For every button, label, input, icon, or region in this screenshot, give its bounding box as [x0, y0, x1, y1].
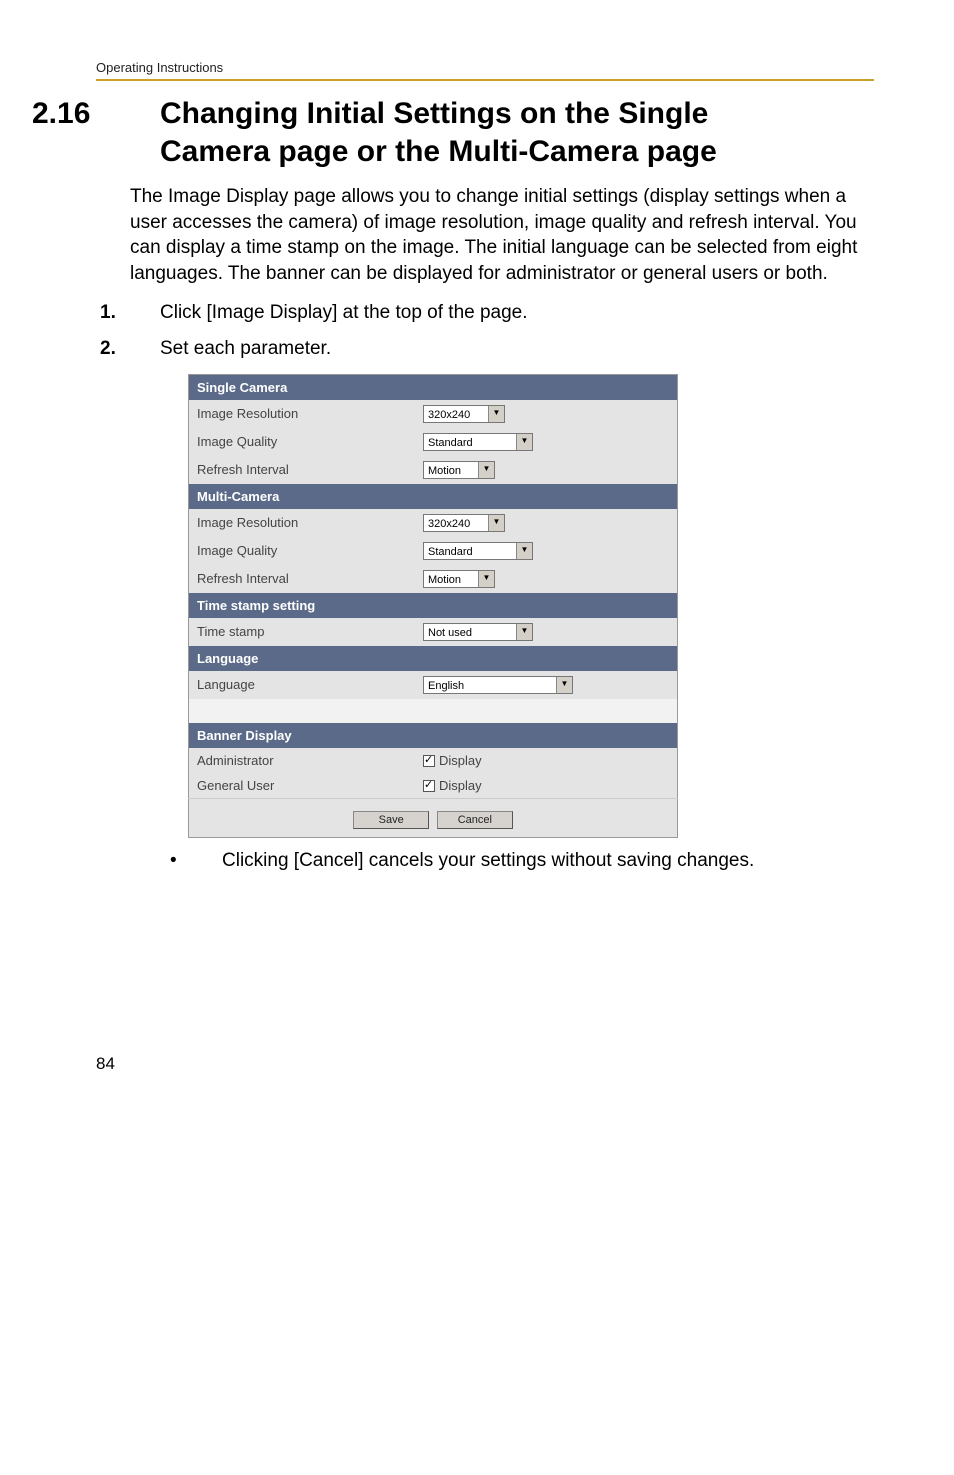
time-stamp-select[interactable]: Not used ▼ — [423, 623, 533, 641]
administrator-display-checkbox[interactable] — [423, 755, 435, 767]
time-stamp-header: Time stamp setting — [189, 593, 678, 618]
chevron-down-icon: ▼ — [488, 515, 504, 531]
chevron-down-icon: ▼ — [516, 543, 532, 559]
select-value: Standard — [428, 546, 473, 558]
general-user-checkbox-cell: Display — [415, 773, 678, 799]
sc-image-resolution-label: Image Resolution — [189, 400, 416, 428]
chevron-down-icon: ▼ — [478, 571, 494, 587]
chevron-down-icon: ▼ — [516, 624, 532, 640]
select-value: English — [428, 680, 464, 692]
mc-image-quality-label: Image Quality — [189, 537, 416, 565]
step-2: 2.Set each parameter. — [130, 335, 874, 364]
steps-list: 1.Click [Image Display] at the top of th… — [96, 299, 874, 364]
multi-camera-header: Multi-Camera — [189, 484, 678, 509]
language-header: Language — [189, 646, 678, 671]
chevron-down-icon: ▼ — [478, 462, 494, 478]
step-number: 1. — [130, 299, 160, 328]
intro-paragraph: The Image Display page allows you to cha… — [96, 184, 874, 287]
banner-display-header: Banner Display — [189, 723, 678, 748]
checkbox-label: Display — [439, 778, 482, 793]
administrator-checkbox-cell: Display — [415, 748, 678, 773]
step-1: 1.Click [Image Display] at the top of th… — [130, 299, 874, 328]
language-label: Language — [189, 671, 416, 699]
section-number: 2.16 — [96, 95, 160, 133]
select-value: 320x240 — [428, 518, 470, 530]
step-number: 2. — [130, 335, 160, 364]
step-text: Set each parameter. — [160, 338, 331, 359]
time-stamp-label: Time stamp — [189, 618, 416, 646]
checkbox-label: Display — [439, 753, 482, 768]
mc-refresh-interval-label: Refresh Interval — [189, 565, 416, 593]
chevron-down-icon: ▼ — [516, 434, 532, 450]
select-value: Motion — [428, 574, 461, 586]
sc-image-quality-select[interactable]: Standard ▼ — [423, 433, 533, 451]
general-user-display-checkbox[interactable] — [423, 780, 435, 792]
sc-image-resolution-select[interactable]: 320x240 ▼ — [423, 405, 505, 423]
chevron-down-icon: ▼ — [556, 677, 572, 693]
running-head: Operating Instructions — [96, 60, 874, 79]
general-user-label: General User — [189, 773, 416, 799]
mc-refresh-interval-select[interactable]: Motion ▼ — [423, 570, 495, 588]
mc-image-quality-select[interactable]: Standard ▼ — [423, 542, 533, 560]
mc-image-resolution-label: Image Resolution — [189, 509, 416, 537]
note-item: Clicking [Cancel] cancels your settings … — [196, 848, 874, 875]
sc-refresh-interval-select[interactable]: Motion ▼ — [423, 461, 495, 479]
section-title-line1: Changing Initial Settings on the Single — [160, 97, 708, 130]
settings-screenshot: Single Camera Image Resolution 320x240 ▼… — [188, 374, 874, 838]
select-value: 320x240 — [428, 409, 470, 421]
spacer — [189, 699, 678, 723]
select-value: Motion — [428, 465, 461, 477]
head-rule — [96, 79, 874, 81]
mc-image-resolution-select[interactable]: 320x240 ▼ — [423, 514, 505, 532]
note-list: Clicking [Cancel] cancels your settings … — [96, 848, 874, 875]
select-value: Not used — [428, 627, 472, 639]
section-heading: 2.16Changing Initial Settings on the Sin… — [160, 95, 874, 170]
save-button[interactable]: Save — [353, 811, 429, 829]
cancel-button[interactable]: Cancel — [437, 811, 513, 829]
page-number: 84 — [96, 874, 874, 1074]
sc-refresh-interval-label: Refresh Interval — [189, 456, 416, 484]
administrator-label: Administrator — [189, 748, 416, 773]
step-text: Click [Image Display] at the top of the … — [160, 302, 528, 323]
note-text: Clicking [Cancel] cancels your settings … — [222, 850, 754, 871]
single-camera-header: Single Camera — [189, 374, 678, 400]
select-value: Standard — [428, 437, 473, 449]
language-select[interactable]: English ▼ — [423, 676, 573, 694]
section-title-line2: Camera page or the Multi-Camera page — [160, 135, 717, 168]
chevron-down-icon: ▼ — [488, 406, 504, 422]
sc-image-quality-label: Image Quality — [189, 428, 416, 456]
